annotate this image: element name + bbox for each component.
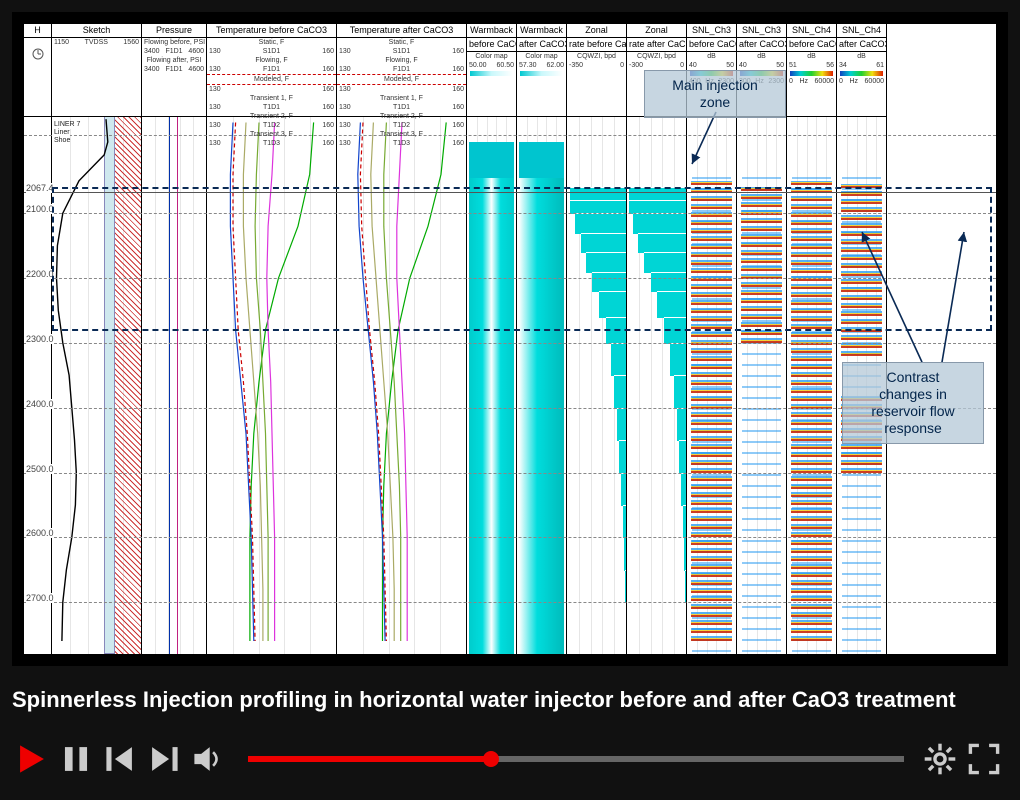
video-player-controls [12,734,1008,784]
settings-button[interactable] [920,739,960,779]
volume-button[interactable] [188,739,228,779]
track-sketch: Sketch1150TVDSS1560LINER 7LinerShoe [52,24,142,654]
well-log-chart: H Sketch1150TVDSS1560LINER 7LinerShoePre… [24,24,996,654]
track-t_after: Temperature after CaCO3Static, F130S1D11… [337,24,467,654]
pause-button[interactable] [56,739,96,779]
track-wb_before: Warmbackbefore CaCO3Color map50.0060.50 [467,24,517,654]
progress-fill [248,756,491,762]
figure-frame: H Sketch1150TVDSS1560LINER 7LinerShoePre… [12,12,1008,666]
track-pressure: PressureFlowing before, PSI3400F1D14600F… [142,24,207,654]
stage: H Sketch1150TVDSS1560LINER 7LinerShoePre… [0,0,1020,800]
fullscreen-button[interactable] [964,739,1004,779]
caption-text: Spinnerless Injection profiling in horiz… [12,686,1008,714]
annotation-main-injection: Main injectionzone [644,70,786,118]
play-button[interactable] [12,739,52,779]
clock-icon [31,47,45,61]
track-snl3a: SNL_Ch3after CaCO3dB4050300Hz2300 [737,24,787,654]
track-zr_after: Zonalrate after CaCO3CQWZI, bpd-3000 [627,24,687,654]
annotation-contrast: Contrastchanges inreservoir flowresponse [842,362,984,444]
progress-bar[interactable] [248,756,904,762]
depth-col-title: H [24,24,51,38]
track-zr_before: Zonalrate before CaCO3CQWZI, bpd-3500 [567,24,627,654]
track-wb_after: Warmbackafter CaCO3Color map57.3062.00 [517,24,567,654]
track-snl4b: SNL_Ch4before CaCO3dB51560Hz60000 [787,24,837,654]
main-injection-zone-outline [52,187,992,330]
prev-button[interactable] [100,739,140,779]
progress-knob[interactable] [483,751,499,767]
next-button[interactable] [144,739,184,779]
track-t_before: Temperature before CaCO3Static, F130S1D1… [207,24,337,654]
